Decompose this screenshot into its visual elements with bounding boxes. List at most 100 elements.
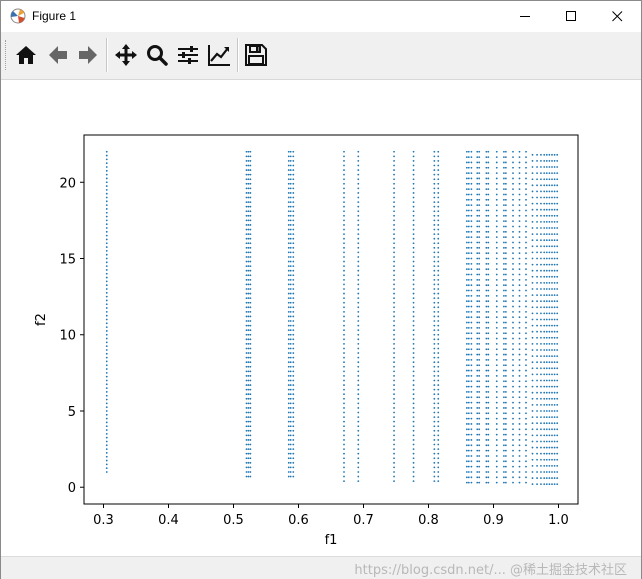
scatter-point <box>467 257 470 260</box>
scatter-point <box>536 227 538 229</box>
scatter-point <box>548 282 551 284</box>
scatter-point <box>343 246 345 249</box>
scatter-point <box>287 288 290 290</box>
scatter-point <box>289 393 292 396</box>
scatter-point <box>343 347 345 350</box>
scatter-point <box>467 262 470 265</box>
back-button[interactable] <box>44 41 72 69</box>
scatter-point <box>556 416 559 418</box>
scatter-point <box>467 204 470 207</box>
arrow-right-icon <box>79 46 97 64</box>
scatter-point <box>545 464 548 467</box>
scatter-point <box>487 161 490 164</box>
scatter-point <box>487 262 490 265</box>
edit-axis-button[interactable] <box>205 41 233 69</box>
scatter-point <box>536 367 538 370</box>
move-icon <box>115 44 137 66</box>
scatter-point <box>287 379 290 382</box>
scatter-point <box>249 452 252 455</box>
scatter-point <box>357 233 360 236</box>
scatter-point <box>495 305 498 308</box>
scatter-point <box>245 439 248 441</box>
scatter-point <box>105 371 108 374</box>
scatter-point <box>536 208 538 211</box>
scatter-point <box>485 220 488 223</box>
scatter-point <box>433 242 436 245</box>
scatter-point <box>548 300 551 303</box>
scatter-point <box>531 312 534 315</box>
scatter-point <box>512 359 514 361</box>
scatter-point <box>245 379 248 382</box>
toolbar-grip[interactable] <box>5 40 9 70</box>
zoom-button[interactable] <box>143 41 171 69</box>
scatter-point <box>503 284 505 287</box>
scatter-point <box>553 422 556 425</box>
scatter-point <box>247 315 250 318</box>
scatter-point <box>292 393 295 396</box>
scatter-point <box>495 257 498 260</box>
scatter-point <box>531 202 534 205</box>
maximize-button[interactable] <box>549 1 595 32</box>
figure-canvas[interactable]: 0.3 0.4 0.5 0.6 0.7 0.8 0.9 1.0 0 5 10 15 20 f1 f2 <box>1 80 641 555</box>
scatter-point <box>343 425 345 428</box>
scatter-point <box>470 294 473 297</box>
scatter-point <box>292 375 295 377</box>
scatter-point <box>393 228 395 231</box>
scatter-point <box>249 411 252 414</box>
scatter-point <box>525 289 527 292</box>
scatter-point <box>536 221 538 223</box>
scatter-point <box>503 476 505 479</box>
configure-subplots-button[interactable] <box>174 41 202 69</box>
scatter-point <box>545 343 548 345</box>
scatter-point <box>540 471 542 473</box>
scatter-point <box>545 288 548 290</box>
scatter-point <box>478 326 481 329</box>
scatter-point <box>289 160 292 162</box>
save-button[interactable] <box>242 41 270 69</box>
scatter-point <box>467 321 470 324</box>
scatter-point <box>485 326 488 329</box>
scatter-point <box>412 196 415 199</box>
scatter-point <box>249 416 252 418</box>
scatter-point <box>105 429 108 431</box>
scatter-point <box>553 166 556 168</box>
scatter-point <box>437 169 440 171</box>
scatter-point <box>292 347 295 350</box>
scatter-point <box>545 336 548 339</box>
scatter-point <box>531 282 534 284</box>
scatter-point <box>292 429 295 432</box>
scatter-point <box>287 196 290 199</box>
scatter-point <box>478 471 481 473</box>
scatter-point <box>105 341 108 344</box>
scatter-point <box>503 407 505 409</box>
minimize-button[interactable] <box>503 1 549 32</box>
pan-button[interactable] <box>112 41 140 69</box>
scatter-point <box>245 388 248 391</box>
home-button[interactable] <box>12 41 40 69</box>
scatter-point <box>476 321 479 324</box>
scatter-point <box>467 172 470 175</box>
scatter-point <box>485 412 488 415</box>
scatter-point <box>412 379 415 382</box>
scatter-point <box>504 321 507 324</box>
scatter-point <box>357 237 360 240</box>
scatter-point <box>478 310 481 313</box>
scatter-point <box>292 356 295 359</box>
scatter-point <box>512 417 514 420</box>
scatter-point <box>531 275 534 278</box>
scatter-point <box>551 288 553 290</box>
scatter-point <box>412 274 415 277</box>
scatter-point <box>543 251 546 254</box>
scatter-point <box>485 417 488 420</box>
close-button[interactable] <box>595 1 641 32</box>
forward-button[interactable] <box>74 41 102 69</box>
scatter-point <box>540 318 542 321</box>
scatter-point <box>289 425 292 428</box>
scatter-point <box>437 301 440 304</box>
scatter-point <box>476 476 479 479</box>
scatter-point <box>465 230 468 233</box>
scatter-point <box>536 385 538 388</box>
scatter-point <box>551 251 553 254</box>
scatter-point <box>556 452 559 455</box>
scatter-point <box>245 301 248 304</box>
